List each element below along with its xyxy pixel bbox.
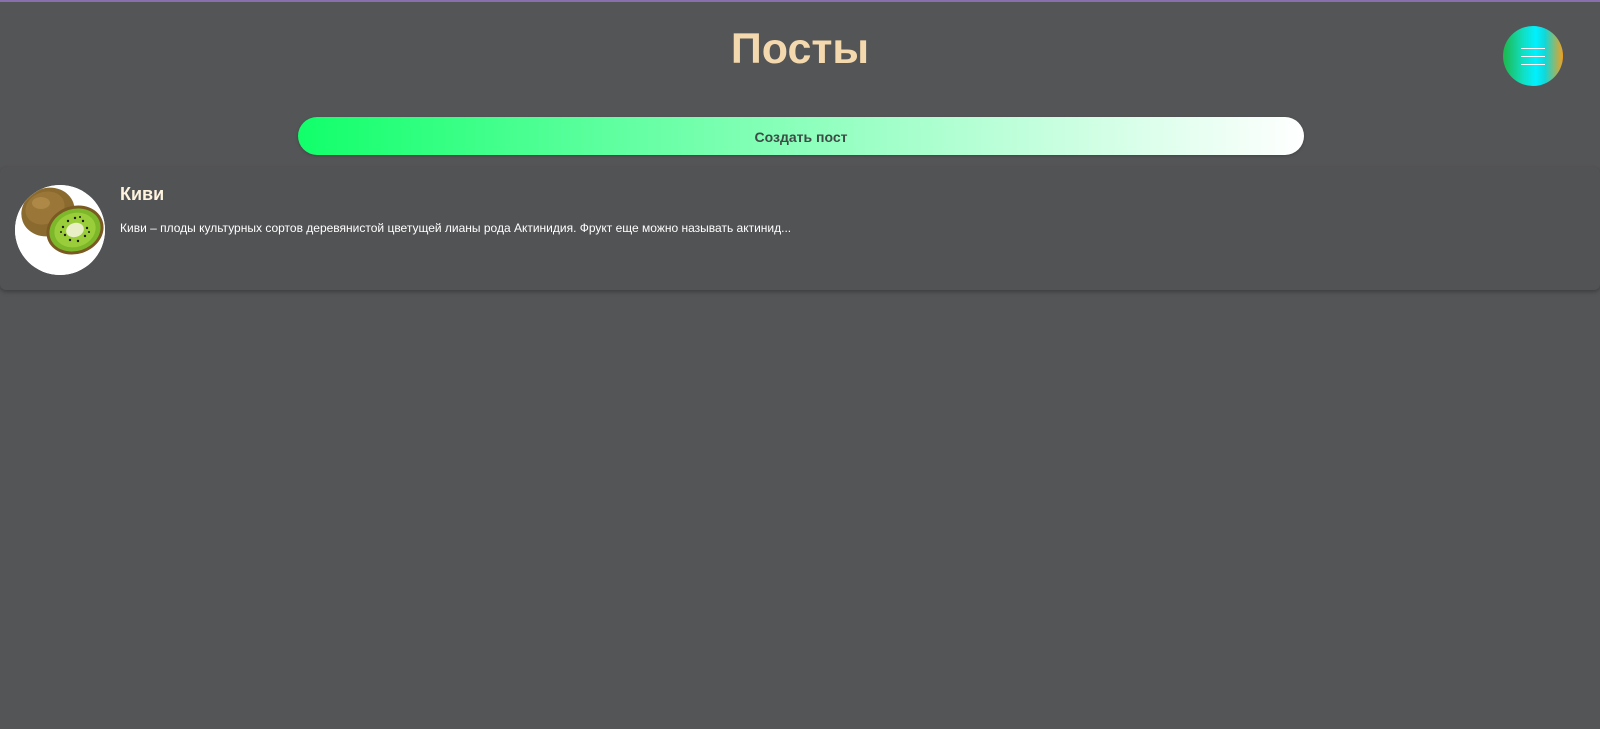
post-image <box>15 185 105 275</box>
menu-button[interactable] <box>1503 26 1563 86</box>
post-title[interactable]: Киви <box>120 183 164 205</box>
post-excerpt: Киви – плоды культурных сортов деревянис… <box>120 221 792 235</box>
kiwi-fruit-image <box>15 185 105 275</box>
create-post-button[interactable]: Создать пост <box>298 117 1304 155</box>
top-accent-line <box>0 0 1600 2</box>
post-card[interactable]: Киви Киви – плоды культурных сортов дере… <box>0 167 1600 290</box>
page-title: Посты <box>730 25 870 73</box>
